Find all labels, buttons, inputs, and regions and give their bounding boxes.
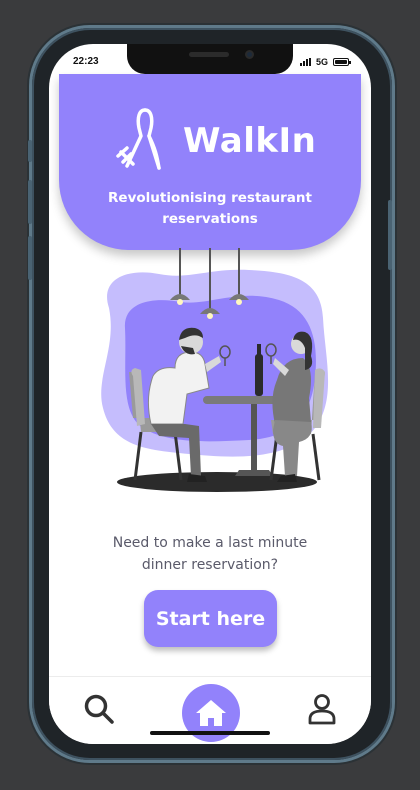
- user-icon: [308, 694, 336, 725]
- nav-profile-button[interactable]: [307, 693, 337, 725]
- brand-logo: WalkIn: [115, 106, 316, 176]
- front-camera: [245, 50, 254, 59]
- reservation-prompt: Need to make a last minute dinner reserv…: [49, 532, 371, 576]
- prompt-line-2: dinner reservation?: [141, 557, 279, 573]
- search-icon: [84, 694, 114, 724]
- app-header: WalkIn Revolutionising restaurant reserv…: [59, 74, 361, 250]
- volume-up-button: [28, 180, 32, 224]
- signal-icon: [299, 58, 311, 66]
- power-button: [388, 200, 392, 270]
- dining-couple-illustration: [101, 248, 329, 492]
- home-indicator: [150, 731, 270, 735]
- brand-name: WalkIn: [183, 121, 317, 161]
- nav-search-button[interactable]: [83, 693, 115, 725]
- status-time: 22:23: [73, 56, 99, 67]
- prompt-line-1: Need to make a last minute: [112, 535, 308, 551]
- tagline: Revolutionising restaurant reservations: [59, 188, 361, 230]
- notch: [127, 44, 293, 74]
- fork-knife-logo-icon: [116, 108, 161, 170]
- tagline-line-2: reservations: [162, 211, 258, 227]
- battery-icon: [333, 58, 351, 66]
- tagline-line-1: Revolutionising restaurant: [108, 190, 312, 206]
- volume-down-button: [28, 236, 32, 280]
- status-indicators: 5G: [299, 57, 351, 67]
- home-icon: [196, 700, 226, 726]
- speaker-grille: [189, 52, 229, 57]
- mute-switch: [28, 140, 32, 162]
- app-screen: 22:23 5G WalkIn Revolutionising restaura…: [49, 44, 371, 744]
- network-label: 5G: [315, 57, 328, 67]
- start-here-button[interactable]: Start here: [144, 590, 277, 647]
